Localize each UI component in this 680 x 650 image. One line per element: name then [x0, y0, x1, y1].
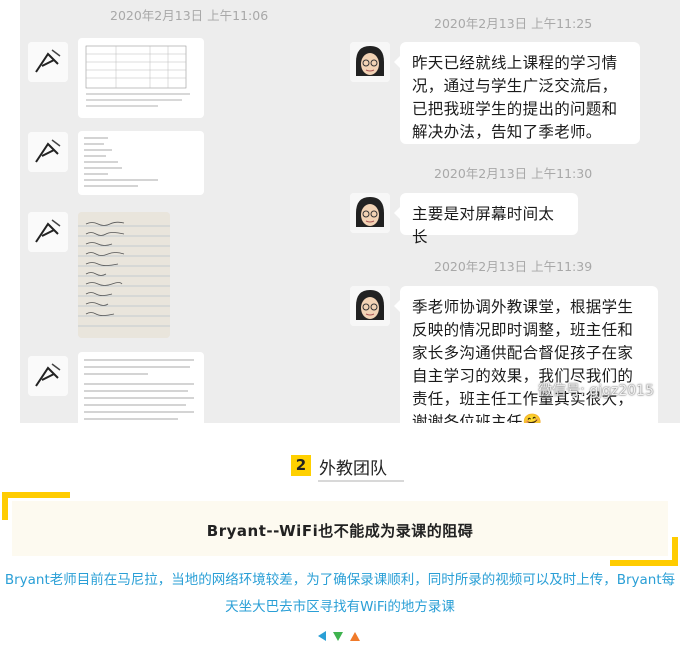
section-underline: [318, 480, 404, 482]
timestamp: 2020年2月13日 上午11:39: [434, 259, 593, 274]
timestamp: 2020年2月13日 上午11:06: [110, 8, 269, 23]
corner-decoration: [2, 492, 70, 498]
timestamp: 2020年2月13日 上午11:25: [434, 16, 593, 31]
description-line: 天坐大巴去市区寻找有WiFi的地方录课: [225, 599, 455, 615]
teacher-avatar-icon: [350, 42, 390, 82]
avatar-left: [28, 356, 68, 396]
banner-title: Bryant--WiFi也不能成为录课的阻碍: [206, 522, 474, 540]
sketch-avatar-icon: [28, 212, 68, 252]
attachment-note-thumbnail[interactable]: [78, 352, 204, 423]
arrow-up-icon: [350, 632, 360, 641]
table-document-icon: [85, 45, 190, 107]
chat-message: 主要是对屏幕时间太长: [394, 193, 578, 246]
avatar-teacher: [350, 42, 390, 82]
sketch-avatar-icon: [28, 132, 68, 172]
section-title: 外教团队: [319, 459, 387, 479]
sketch-avatar-icon: [28, 356, 68, 396]
lined-paper-icon: [78, 212, 170, 338]
avatar-left: [28, 42, 68, 82]
attachment-document-thumbnail[interactable]: [78, 38, 204, 118]
description-line: Bryant老师目前在马尼拉，当地的网络环境较差，为了确保录课顺利，同时所录的视…: [4, 572, 676, 588]
arrow-decoration: [318, 631, 360, 641]
chat-message: 季老师协调外教课堂，根据学生反映的情况即时调整，班主任和家长多沟通供配合督促孩子…: [394, 286, 658, 423]
corner-decoration: [672, 537, 678, 566]
section-number-badge: 2: [291, 455, 311, 476]
arrow-down-icon: [333, 632, 343, 641]
sketch-avatar-icon: [28, 42, 68, 82]
corner-decoration: [610, 560, 678, 566]
teacher-avatar-icon: [350, 286, 390, 326]
chat-message: 昨天已经就线上课程的学习情况，通过与学生广泛交流后，已把我班学生的提出的问题和解…: [394, 42, 640, 144]
avatar-left: [28, 212, 68, 252]
wechat-watermark: 微信号: gjgz2015: [538, 383, 654, 399]
teacher-avatar-icon: [350, 193, 390, 233]
avatar-left: [28, 132, 68, 172]
text-note-icon: [84, 359, 194, 420]
corner-decoration: [2, 492, 8, 520]
attachment-photo-thumbnail[interactable]: [78, 212, 170, 338]
text-list-icon: [84, 137, 158, 187]
arrow-left-icon: [318, 631, 326, 641]
avatar-teacher: [350, 193, 390, 233]
attachment-text-thumbnail[interactable]: [78, 131, 204, 195]
avatar-teacher: [350, 286, 390, 326]
chat-screenshot: 2020年2月13日 上午11:06 2020年2月13日 上午11:25 昨天…: [20, 0, 680, 423]
timestamp: 2020年2月13日 上午11:30: [434, 166, 593, 181]
